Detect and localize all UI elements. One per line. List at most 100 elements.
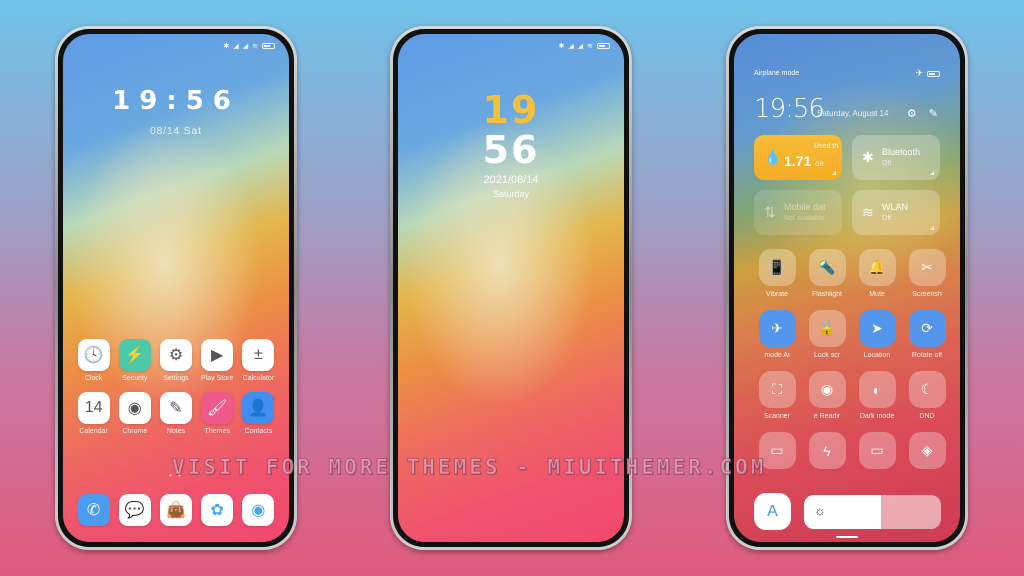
toggle-label: Flashlight bbox=[812, 291, 842, 298]
dock-gallery[interactable]: ✿ bbox=[197, 494, 238, 526]
app-label: Contacts bbox=[244, 428, 273, 435]
settings-icon: ⚙ bbox=[159, 339, 192, 371]
toggle-vibrate[interactable]: 📳 Vibrate bbox=[752, 249, 802, 298]
wlan-tile[interactable]: ≋ WLAN Off bbox=[852, 190, 940, 235]
moon-icon: ☾ bbox=[908, 371, 946, 408]
screenshot-icon: ✂ bbox=[908, 249, 946, 286]
toggle-eye[interactable]: ◉ e Readir bbox=[802, 371, 852, 420]
clock-widget-time[interactable]: 19:56 bbox=[63, 86, 289, 116]
quick-settings-grid: 📳 Vibrate 🔦 Flashlight 🔔 Mute ✂ Screensh ✈ mode A… bbox=[752, 249, 946, 474]
signal-icon: ◢ bbox=[577, 43, 584, 50]
clock-icon: 🕓 bbox=[77, 339, 110, 371]
dock-phone[interactable]: ✆ bbox=[73, 494, 114, 526]
toggle-label: Dark mode bbox=[859, 413, 895, 420]
app-label: Calculator bbox=[242, 375, 275, 382]
rotate-lock-icon: ⟳ bbox=[908, 310, 946, 347]
toggle-dark-mode[interactable]: ◐ Dark mode bbox=[852, 371, 902, 420]
toggle-label: Mute bbox=[869, 291, 885, 298]
edit-icon[interactable]: ✎ bbox=[929, 107, 938, 120]
toggle-label: Vibrate bbox=[765, 291, 789, 298]
toggle-mi-share[interactable]: ◈ bbox=[902, 432, 952, 474]
gallery-icon: ✿ bbox=[201, 494, 234, 526]
bell-icon: 🔔 bbox=[858, 249, 896, 286]
flashlight-icon: 🔦 bbox=[808, 249, 846, 286]
battery-icon bbox=[262, 43, 275, 49]
app-clock[interactable]: 🕓 Clock bbox=[73, 339, 114, 382]
brightness-slider[interactable]: ☼ bbox=[804, 495, 941, 529]
app-label: Calendar bbox=[79, 428, 108, 435]
wifi-icon: ≋ bbox=[252, 43, 258, 50]
toggle-label: DND bbox=[919, 413, 935, 420]
auto-brightness-button[interactable]: A bbox=[754, 493, 791, 530]
phone-icon: ✆ bbox=[77, 494, 110, 526]
airplane-icon: ✈ bbox=[758, 310, 796, 347]
security-icon: ⚡ bbox=[118, 339, 151, 371]
app-themes[interactable]: 🖌 Themes bbox=[197, 392, 238, 435]
toggle-moon[interactable]: ☾ DND bbox=[902, 371, 952, 420]
battery-icon bbox=[597, 43, 610, 49]
expand-corner-icon bbox=[930, 171, 934, 175]
water-drop-icon: 💧 bbox=[764, 149, 782, 165]
app-settings[interactable]: ⚙ Settings bbox=[155, 339, 196, 382]
camera-icon: ◉ bbox=[242, 494, 275, 526]
app-label: Clock bbox=[84, 375, 103, 382]
settings-icon[interactable]: ⚙ bbox=[907, 107, 917, 120]
toggle-label: e Readir bbox=[813, 413, 841, 420]
status-bar: ✱ ◢ ◢ ≋ bbox=[558, 42, 610, 50]
toggle-scanner[interactable]: ⛶ Scanner bbox=[752, 371, 802, 420]
app-calculator[interactable]: ± Calculator bbox=[238, 339, 279, 382]
signal-icon: ◢ bbox=[242, 43, 249, 50]
bluetooth-icon: ✱ bbox=[558, 43, 565, 50]
mi-store-icon: 👜 bbox=[159, 494, 192, 526]
chrome-icon: ◉ bbox=[118, 392, 151, 424]
app-chrome[interactable]: ◉ Chrome bbox=[114, 392, 155, 435]
contacts-icon: 👤 bbox=[242, 392, 275, 424]
toggle-airplane[interactable]: ✈ mode Ai bbox=[752, 310, 802, 359]
data-usage-value: 1.71 GB bbox=[784, 153, 824, 169]
data-usage-tile[interactable]: 💧 Used th 1.71 GB bbox=[754, 135, 842, 180]
app-calendar[interactable]: 14 Calendar bbox=[73, 392, 114, 435]
expand-corner-icon bbox=[832, 171, 836, 175]
themes-icon: 🖌 bbox=[201, 392, 234, 424]
toggle-flashlight[interactable]: 🔦 Flashlight bbox=[802, 249, 852, 298]
app-label: Notes bbox=[166, 428, 186, 435]
toggle-location[interactable]: ➤ Location bbox=[852, 310, 902, 359]
wifi-icon: ≋ bbox=[587, 43, 593, 50]
lock-day: Saturday bbox=[492, 189, 530, 199]
bluetooth-icon: ✱ bbox=[862, 149, 874, 165]
toggle-lock[interactable]: 🔒 Lock scr bbox=[802, 310, 852, 359]
app-label: Settings bbox=[163, 375, 189, 382]
dock-messages[interactable]: 💬 bbox=[114, 494, 155, 526]
wifi-icon: ≋ bbox=[862, 204, 874, 220]
battery-icon bbox=[927, 70, 940, 77]
toggle-screenshot[interactable]: ✂ Screensh bbox=[902, 249, 952, 298]
app-grid: 🕓 Clock ⚡ Security ⚙ Settings ▶ Play Store ± Calc… bbox=[73, 339, 279, 435]
mi-share-icon: ◈ bbox=[908, 432, 946, 469]
app-play-store[interactable]: ▶ Play Store bbox=[197, 339, 238, 382]
status-bar: ✱ ◢ ◢ ≋ bbox=[223, 42, 275, 50]
toggle-bell[interactable]: 🔔 Mute bbox=[852, 249, 902, 298]
calculator-icon: ± bbox=[242, 339, 275, 371]
tile-title: WLAN bbox=[882, 202, 909, 212]
watermark-text: VISIT FOR MORE THEMES - MIUITHEMER.COM bbox=[172, 455, 767, 480]
toggle-label: Location bbox=[863, 352, 891, 359]
carrier-label: Airplane mode bbox=[754, 70, 800, 77]
dock-camera[interactable]: ◉ bbox=[238, 494, 279, 526]
app-notes[interactable]: ✎ Notes bbox=[155, 392, 196, 435]
dock-mi-store[interactable]: 👜 bbox=[155, 494, 196, 526]
toggle-cast-screen[interactable]: ▭ bbox=[852, 432, 902, 474]
app-label: Play Store bbox=[201, 375, 234, 382]
dark-mode-icon: ◐ bbox=[858, 371, 896, 408]
tile-status: Off bbox=[882, 160, 892, 167]
home-indicator[interactable] bbox=[836, 536, 858, 538]
cast-screen-icon: ▭ bbox=[858, 432, 896, 469]
expand-corner-icon bbox=[930, 226, 934, 230]
app-security[interactable]: ⚡ Security bbox=[114, 339, 155, 382]
mobile-data-tile[interactable]: ⇅ Mobile dat Not available bbox=[754, 190, 842, 235]
bluetooth-tile[interactable]: ✱ Bluetooth Off bbox=[852, 135, 940, 180]
clock-widget-date: 08/14 Sat bbox=[150, 126, 202, 137]
app-contacts[interactable]: 👤 Contacts bbox=[238, 392, 279, 435]
cc-header-actions: ⚙ ✎ bbox=[907, 107, 938, 120]
toggle-rotate-lock[interactable]: ⟳ Rotate off bbox=[902, 310, 952, 359]
app-label: Chrome bbox=[122, 428, 148, 435]
